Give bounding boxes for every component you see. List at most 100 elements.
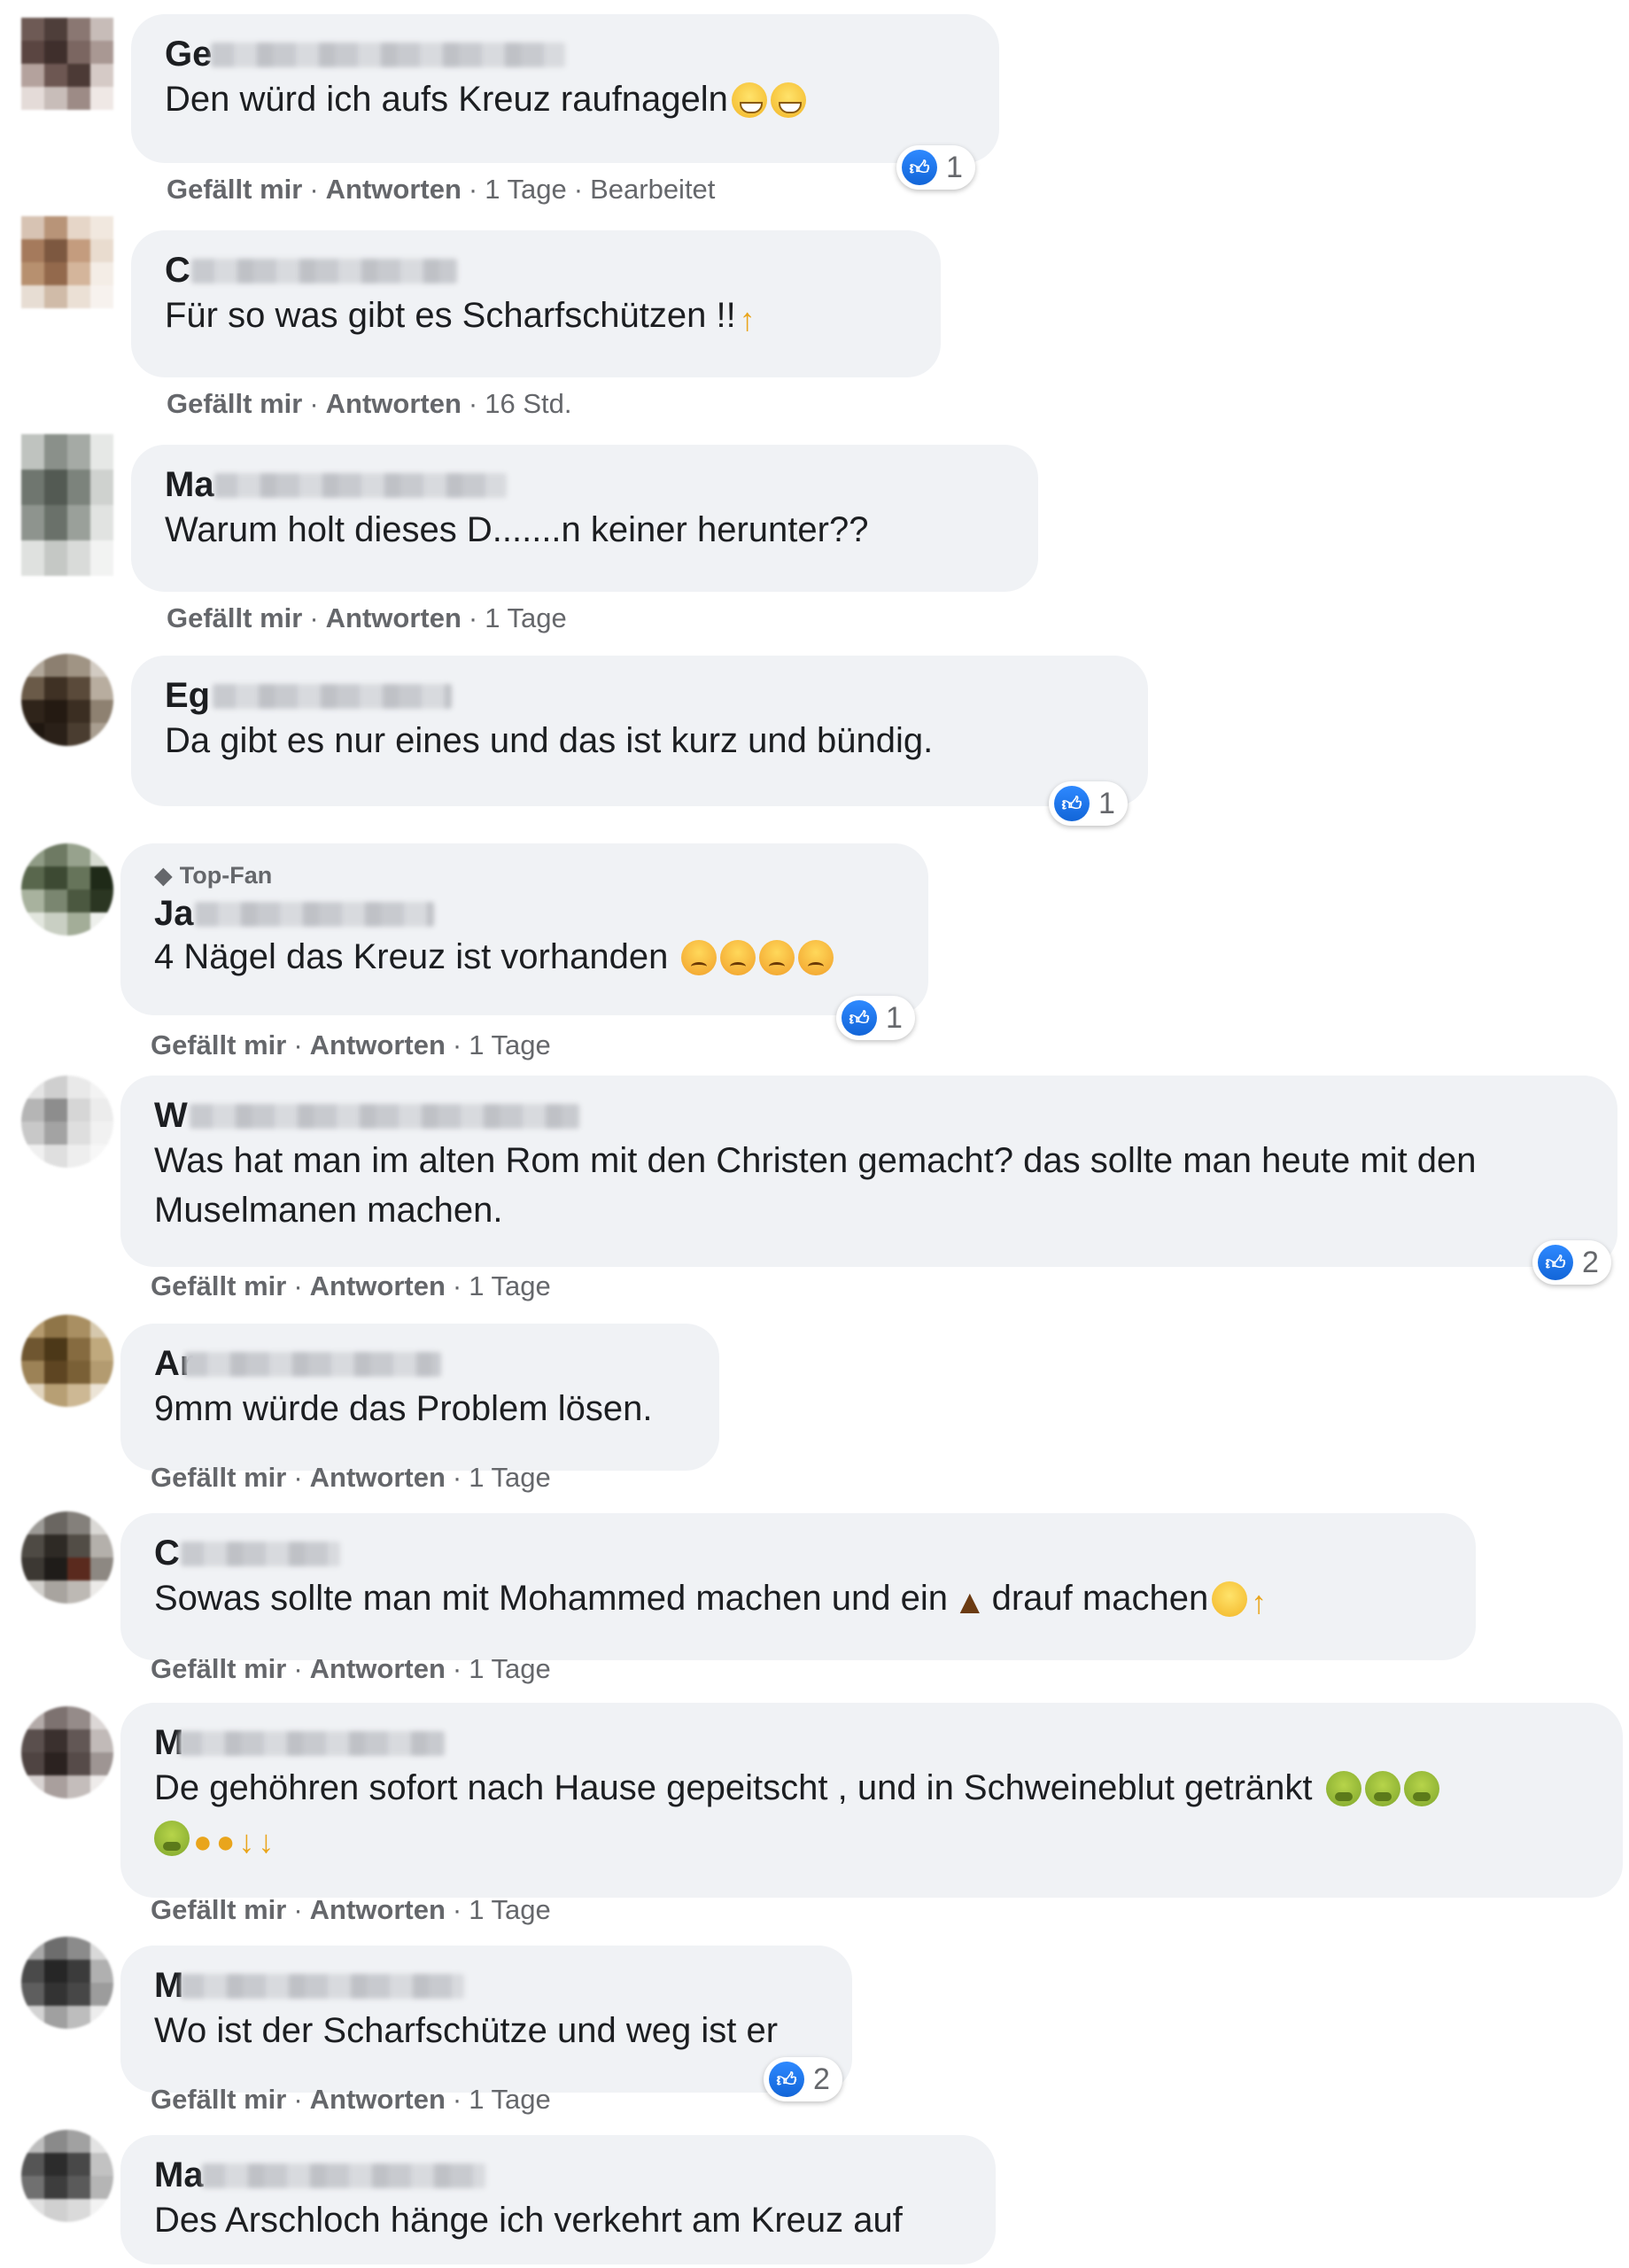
- redacted-name: [181, 1974, 464, 1999]
- timestamp[interactable]: 1 Tage: [469, 1653, 551, 1684]
- comment-actions: Gefällt mir · Antworten · 1 Tage: [151, 2084, 551, 2115]
- timestamp[interactable]: 1 Tage: [469, 1462, 551, 1493]
- like-link[interactable]: Gefällt mir: [151, 1270, 286, 1301]
- reaction-count[interactable]: 👍︎ 2: [1532, 1240, 1611, 1285]
- like-icon: 👍︎: [902, 150, 937, 185]
- diamond-icon: ◆: [154, 862, 173, 889]
- reply-link[interactable]: Antworten: [326, 388, 462, 419]
- comment-text: Für so was gibt es Scharfschützen !! ↑: [165, 291, 907, 345]
- nauseated-face-icon: [1325, 1771, 1361, 1806]
- reply-link[interactable]: Antworten: [310, 1462, 446, 1493]
- reaction-count[interactable]: 👍︎ 1: [1049, 781, 1128, 826]
- timestamp[interactable]: 1 Tage: [469, 2084, 551, 2115]
- reply-link[interactable]: Antworten: [326, 602, 462, 633]
- reaction-count[interactable]: 👍︎ 2: [764, 2057, 842, 2101]
- comment-bubble: Ma Warum holt dieses D.......n keiner he…: [131, 445, 1038, 592]
- reply-link[interactable]: Antworten: [310, 1894, 446, 1925]
- author-name[interactable]: Ge: [165, 35, 212, 74]
- redacted-name: [190, 1104, 579, 1129]
- comment-actions: Gefällt mir · Antworten · 1 Tage · Bearbeitet: [167, 174, 716, 205]
- avatar[interactable]: [21, 1937, 113, 2029]
- comment-text: Sowas sollte man mit Mohammed machen und…: [154, 1573, 1442, 1627]
- edited-label: Bearbeitet: [590, 174, 716, 205]
- comment-text: De gehöhren sofort nach Hause gepeitscht…: [154, 1763, 1589, 1867]
- author-name[interactable]: W: [154, 1096, 188, 1135]
- comment-actions: Gefällt mir · Antworten · 16 Std.: [167, 388, 572, 419]
- angry-emoji-icon: [681, 940, 718, 975]
- comment-bubble: W Was hat man im alten Rom mit den Chris…: [120, 1076, 1617, 1267]
- timestamp[interactable]: 1 Tage: [469, 1270, 551, 1301]
- avatar[interactable]: [21, 1076, 113, 1168]
- avatar[interactable]: [21, 1706, 113, 1798]
- face-emoji-icon: [1212, 1581, 1248, 1617]
- comment-actions: Gefällt mir · Antworten · 1 Tage: [151, 1462, 551, 1493]
- fist-icon: ●: [215, 1823, 236, 1860]
- like-link[interactable]: Gefällt mir: [167, 388, 302, 419]
- avatar[interactable]: [21, 2130, 113, 2222]
- timestamp[interactable]: 1 Tage: [469, 1029, 551, 1060]
- nauseated-face-icon: [1364, 1771, 1400, 1806]
- author-name[interactable]: C: [165, 251, 190, 290]
- avatar[interactable]: [21, 1511, 113, 1604]
- avatar[interactable]: [21, 843, 113, 936]
- redacted-name: [211, 43, 565, 67]
- like-link[interactable]: Gefällt mir: [151, 1894, 286, 1925]
- author-name[interactable]: Ja: [154, 894, 194, 933]
- comment-text: Den würd ich aufs Kreuz raufnageln: [165, 74, 966, 124]
- redacted-name: [181, 1542, 340, 1566]
- nauseated-face-icon: [1403, 1771, 1439, 1806]
- reply-link[interactable]: Antworten: [326, 174, 462, 205]
- avatar[interactable]: [21, 434, 113, 576]
- reply-link[interactable]: Antworten: [310, 1270, 446, 1301]
- reaction-count[interactable]: 👍︎ 1: [836, 996, 915, 1040]
- reply-link[interactable]: Antworten: [310, 2084, 446, 2115]
- author-name[interactable]: Eg: [165, 676, 210, 715]
- redacted-name: [184, 1352, 441, 1377]
- redacted-name: [214, 473, 507, 498]
- angry-emoji-icon: [759, 940, 795, 975]
- avatar[interactable]: [21, 654, 113, 746]
- redacted-name: [191, 259, 457, 284]
- comment-bubble: Ge Den würd ich aufs Kreuz raufnageln: [131, 14, 999, 163]
- comment-bubble: M Wo ist der Scharfschütze und weg ist e…: [120, 1946, 852, 2093]
- like-icon: 👍︎: [769, 2062, 804, 2097]
- angry-emoji-icon: [798, 940, 834, 975]
- comment-text: Was hat man im alten Rom mit den Christe…: [154, 1141, 1477, 1230]
- reply-link[interactable]: Antworten: [310, 1029, 446, 1060]
- like-link[interactable]: Gefällt mir: [151, 1029, 286, 1060]
- comment-text: Des Arschloch hänge ich verkehrt am Kreu…: [154, 2201, 903, 2240]
- timestamp[interactable]: 1 Tage: [485, 602, 567, 633]
- fist-icon: ●: [193, 1823, 213, 1860]
- avatar[interactable]: [21, 1315, 113, 1407]
- timestamp[interactable]: 1 Tage: [469, 1894, 551, 1925]
- like-icon: 👍︎: [842, 1000, 877, 1036]
- like-icon: 👍︎: [1538, 1245, 1573, 1280]
- like-link[interactable]: Gefällt mir: [167, 174, 302, 205]
- comment-bubble: Ma Des Arschloch hänge ich verkehrt am K…: [120, 2135, 996, 2264]
- like-link[interactable]: Gefällt mir: [167, 602, 302, 633]
- like-link[interactable]: Gefällt mir: [151, 1462, 286, 1493]
- comment-text: Da gibt es nur eines und das ist kurz un…: [165, 721, 934, 760]
- author-name[interactable]: Ma: [165, 465, 214, 504]
- comment-text: Wo ist der Scharfschütze und weg ist er: [154, 2011, 779, 2050]
- comment-actions: Gefällt mir · Antworten · 1 Tage: [151, 1894, 551, 1925]
- comment-bubble: Ar 9mm würde das Problem lösen.: [120, 1324, 719, 1471]
- comment-actions: Gefällt mir · Antworten · 1 Tage: [151, 1270, 551, 1301]
- timestamp[interactable]: 1 Tage: [485, 174, 567, 205]
- avatar[interactable]: [21, 18, 113, 110]
- thumbs-down-icon: ↓: [258, 1823, 275, 1860]
- comment-bubble: ◆ Top-Fan Ja 4 Nägel das Kreuz ist vorhan…: [120, 843, 928, 1015]
- author-name[interactable]: M: [154, 1966, 183, 2005]
- reply-link[interactable]: Antworten: [310, 1653, 446, 1684]
- author-name[interactable]: Ma: [154, 2155, 204, 2194]
- timestamp[interactable]: 16 Std.: [485, 388, 571, 419]
- comment-text: Warum holt dieses D.......n keiner herun…: [165, 510, 869, 549]
- like-link[interactable]: Gefällt mir: [151, 2084, 286, 2115]
- redacted-name: [179, 1731, 445, 1756]
- author-name[interactable]: C: [154, 1534, 180, 1573]
- comment-bubble: Eg Da gibt es nur eines und das ist kurz…: [131, 656, 1148, 806]
- like-link[interactable]: Gefällt mir: [151, 1653, 286, 1684]
- avatar[interactable]: [21, 216, 113, 308]
- reaction-count[interactable]: 👍︎ 1: [896, 145, 975, 190]
- comment-text: 9mm würde das Problem lösen.: [154, 1389, 653, 1428]
